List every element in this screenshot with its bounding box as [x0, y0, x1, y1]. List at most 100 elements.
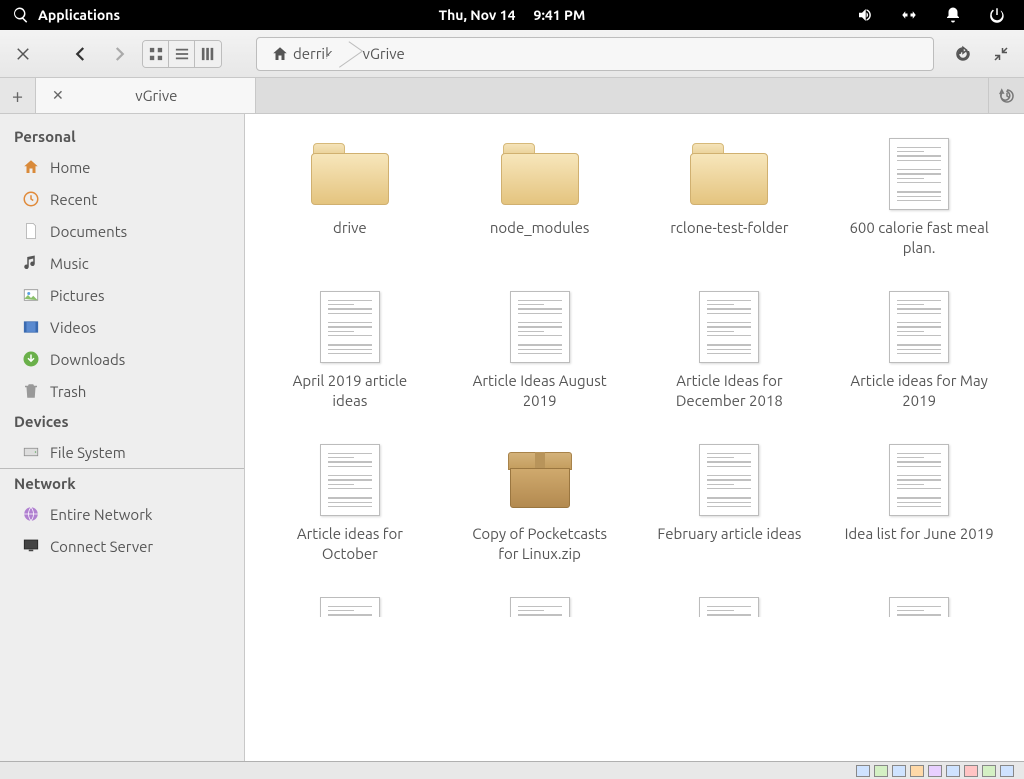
back-button[interactable] [66, 39, 96, 69]
sidebar-item-videos[interactable]: Videos [0, 311, 244, 343]
home-icon [271, 45, 289, 63]
document-item[interactable] [265, 597, 435, 617]
doc-icon [500, 291, 580, 363]
trash-icon [22, 382, 40, 400]
doc-icon [310, 597, 390, 617]
sidebar-item-documents[interactable]: Documents [0, 215, 244, 247]
folder-item[interactable]: rclone-test-folder [645, 138, 815, 257]
close-tab-icon[interactable]: ✕ [52, 87, 64, 104]
document-item[interactable]: Idea list for June 2019 [834, 444, 1004, 563]
new-tab-button[interactable]: + [0, 78, 36, 113]
sidebar-item-pictures[interactable]: Pictures [0, 279, 244, 311]
notifications-icon[interactable] [944, 6, 962, 24]
doc-icon [500, 597, 580, 617]
sidebar: Personal Home Recent Documents Music Pic… [0, 114, 245, 761]
document-item[interactable] [834, 597, 1004, 617]
file-label: February article ideas [657, 524, 801, 544]
document-item[interactable]: Article Ideas August 2019 [455, 291, 625, 410]
sidebar-section-network: Network [0, 469, 244, 498]
panel-date[interactable]: Thu, Nov 14 [439, 7, 516, 23]
list-view-button[interactable] [169, 41, 195, 67]
sidebar-item-label: Home [50, 159, 90, 176]
network-icon[interactable] [900, 6, 918, 24]
sidebar-item-connect-server[interactable]: Connect Server [0, 530, 244, 562]
folder-icon [310, 138, 390, 210]
sidebar-item-entire-network[interactable]: Entire Network [0, 498, 244, 530]
document-item[interactable]: Article ideas for October [265, 444, 435, 563]
file-view[interactable]: drive node_modules rclone-test-folder 60… [245, 114, 1024, 761]
applications-menu[interactable]: Applications [12, 6, 120, 24]
sidebar-item-label: Videos [50, 319, 96, 336]
folder-icon [500, 138, 580, 210]
box-icon [500, 444, 580, 516]
folder-item[interactable]: node_modules [455, 138, 625, 257]
doc-icon [879, 597, 959, 617]
sidebar-item-label: Documents [50, 223, 127, 240]
taskbar-item[interactable] [892, 765, 906, 777]
folder-item[interactable]: drive [265, 138, 435, 257]
file-label: Article Ideas for December 2018 [654, 371, 804, 410]
document-item[interactable]: Article ideas for May 2019 [834, 291, 1004, 410]
sidebar-item-label: Trash [50, 383, 86, 400]
file-label: Article Ideas August 2019 [465, 371, 615, 410]
download-icon [22, 350, 40, 368]
document-item[interactable]: Article Ideas for December 2018 [645, 291, 815, 410]
document-item[interactable]: February article ideas [645, 444, 815, 563]
clock-icon [22, 190, 40, 208]
sidebar-item-filesystem[interactable]: File System [0, 436, 244, 469]
taskbar-item[interactable] [928, 765, 942, 777]
videos-icon [22, 318, 40, 336]
volume-icon[interactable] [856, 6, 874, 24]
globe-icon [22, 505, 40, 523]
sidebar-section-personal: Personal [0, 122, 244, 151]
document-item[interactable] [645, 597, 815, 617]
sidebar-item-trash[interactable]: Trash [0, 375, 244, 407]
archive-item[interactable]: Copy of Pocketcasts for Linux.zip [455, 444, 625, 563]
search-icon [12, 6, 30, 24]
document-item[interactable] [455, 597, 625, 617]
file-label: Idea list for June 2019 [845, 524, 994, 544]
forward-button[interactable] [104, 39, 134, 69]
icon-view-button[interactable] [143, 41, 169, 67]
sidebar-item-home[interactable]: Home [0, 151, 244, 183]
reload-button[interactable] [948, 39, 978, 69]
sidebar-item-label: Pictures [50, 287, 105, 304]
taskbar-item[interactable] [946, 765, 960, 777]
breadcrumb-home[interactable]: derrik [263, 38, 345, 70]
tab-label: vGrive [74, 87, 239, 104]
taskbar-item[interactable] [964, 765, 978, 777]
sidebar-item-recent[interactable]: Recent [0, 183, 244, 215]
document-item[interactable]: April 2019 article ideas [265, 291, 435, 410]
tab-vgrive[interactable]: ✕ vGrive [36, 78, 256, 113]
collapse-button[interactable] [986, 39, 1016, 69]
sidebar-item-label: Music [50, 255, 89, 272]
taskbar-item[interactable] [982, 765, 996, 777]
file-label: drive [333, 218, 367, 238]
sidebar-item-music[interactable]: Music [0, 247, 244, 279]
music-icon [22, 254, 40, 272]
sidebar-item-downloads[interactable]: Downloads [0, 343, 244, 375]
taskbar-item[interactable] [1000, 765, 1014, 777]
power-icon[interactable] [988, 6, 1006, 24]
history-button[interactable] [988, 78, 1024, 113]
file-label: node_modules [490, 218, 590, 238]
tab-strip: + ✕ vGrive [0, 78, 1024, 114]
doc-icon [310, 291, 390, 363]
sidebar-item-label: Recent [50, 191, 97, 208]
sidebar-section-devices: Devices [0, 407, 244, 436]
column-view-button[interactable] [195, 41, 221, 67]
breadcrumb-current[interactable]: vGrive [345, 38, 417, 70]
taskbar-item[interactable] [910, 765, 924, 777]
doc-icon [310, 444, 390, 516]
document-icon [22, 222, 40, 240]
panel-time[interactable]: 9:41 PM [534, 7, 586, 23]
taskbar-item[interactable] [856, 765, 870, 777]
doc-icon [689, 291, 769, 363]
close-button[interactable] [8, 39, 38, 69]
breadcrumb-segment-1: vGrive [363, 45, 405, 62]
taskbar-item[interactable] [874, 765, 888, 777]
pictures-icon [22, 286, 40, 304]
host-taskbar [0, 761, 1024, 779]
document-item[interactable]: 600 calorie fast meal plan. [834, 138, 1004, 257]
doc-icon [689, 444, 769, 516]
